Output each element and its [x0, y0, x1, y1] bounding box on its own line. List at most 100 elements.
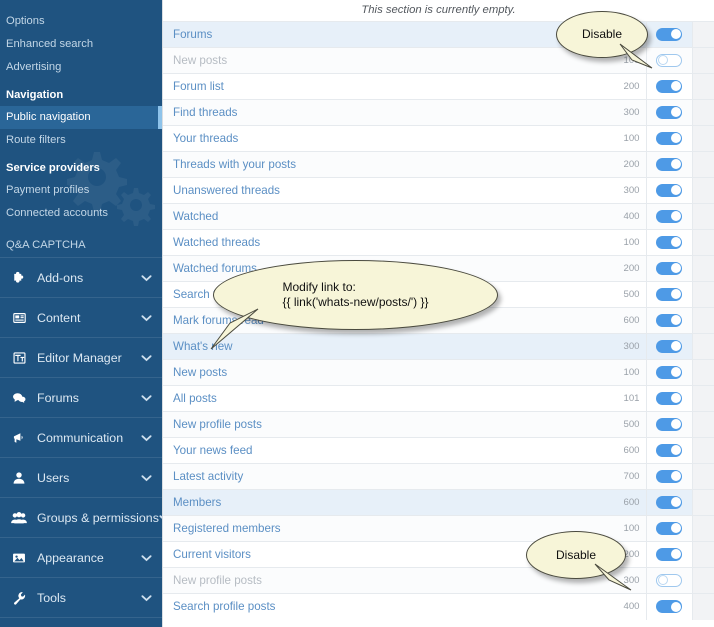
- nav-entry-toggle-cell: [646, 125, 693, 152]
- sidebar-item-options[interactable]: Options: [0, 10, 162, 33]
- nav-entry-label[interactable]: Watched threads: [163, 230, 596, 256]
- nav-entry-label[interactable]: Forums: [163, 22, 596, 48]
- sidebar-item-enhanced-search[interactable]: Enhanced search: [0, 33, 162, 56]
- chevron-down-icon[interactable]: [141, 391, 152, 405]
- enable-toggle[interactable]: [656, 183, 682, 197]
- chevron-down-icon[interactable]: [141, 591, 152, 605]
- toggle-knob: [670, 523, 681, 534]
- table-row[interactable]: Threads with your posts 200: [163, 151, 714, 178]
- nav-entry-label[interactable]: Find threads: [163, 100, 596, 126]
- row-gutter: [692, 73, 714, 100]
- enable-toggle[interactable]: [656, 495, 682, 509]
- nav-entry-label[interactable]: Your threads: [163, 126, 596, 152]
- wrench-icon: [9, 589, 29, 607]
- nav-entry-label[interactable]: All posts: [163, 386, 596, 412]
- table-row[interactable]: Find threads 300: [163, 99, 714, 126]
- nav-entry-label[interactable]: New posts: [163, 360, 596, 386]
- table-row[interactable]: Your news feed 600: [163, 437, 714, 464]
- nav-entry-label[interactable]: Search profile posts: [163, 594, 596, 620]
- table-row[interactable]: New posts 100: [163, 359, 714, 386]
- enable-toggle[interactable]: [656, 573, 682, 587]
- table-row[interactable]: Unanswered threads 300: [163, 177, 714, 204]
- sidebar-section-content[interactable]: Content: [0, 297, 162, 337]
- callout-disable-bottom-tail: [594, 563, 632, 591]
- enable-toggle[interactable]: [656, 339, 682, 353]
- enable-toggle[interactable]: [656, 469, 682, 483]
- nav-entry-label[interactable]: New posts: [163, 48, 596, 74]
- enable-toggle[interactable]: [656, 79, 682, 93]
- sidebar-section-groups-permissions[interactable]: Groups & permissions: [0, 497, 162, 537]
- sidebar-section-appearance[interactable]: Appearance: [0, 537, 162, 577]
- enable-toggle[interactable]: [656, 27, 682, 41]
- table-row[interactable]: New profile posts 500: [163, 411, 714, 438]
- sidebar-section-communication[interactable]: Communication: [0, 417, 162, 457]
- sidebar-section-editor-manager[interactable]: Editor Manager: [0, 337, 162, 377]
- sidebar-item-qa-captcha[interactable]: Q&A CAPTCHA: [0, 234, 162, 257]
- nav-entry-label[interactable]: Latest activity: [163, 464, 596, 490]
- megaphone-icon: [9, 429, 29, 447]
- sidebar-item-route-filters[interactable]: Route filters: [0, 129, 162, 152]
- enable-toggle[interactable]: [656, 235, 682, 249]
- enable-toggle[interactable]: [656, 287, 682, 301]
- enable-toggle[interactable]: [656, 600, 682, 614]
- enable-toggle[interactable]: [656, 443, 682, 457]
- nav-entry-label[interactable]: New profile posts: [163, 412, 596, 438]
- enable-toggle[interactable]: [656, 105, 682, 119]
- enable-toggle[interactable]: [656, 157, 682, 171]
- nav-entry-display-order: 100: [596, 229, 647, 256]
- table-row[interactable]: Registered members 100: [163, 515, 714, 542]
- sidebar-section-label: Groups & permissions: [37, 510, 159, 525]
- enable-toggle[interactable]: [656, 261, 682, 275]
- enable-toggle[interactable]: [656, 313, 682, 327]
- nav-entry-display-order: 200: [596, 151, 647, 178]
- enable-toggle[interactable]: [656, 53, 682, 67]
- nav-entry-label[interactable]: Forum list: [163, 74, 596, 100]
- nav-entry-label[interactable]: Registered members: [163, 516, 596, 542]
- enable-toggle[interactable]: [656, 391, 682, 405]
- table-row[interactable]: Search profile posts 400: [163, 593, 714, 620]
- enable-toggle[interactable]: [656, 547, 682, 561]
- sidebar-section-forums[interactable]: Forums: [0, 377, 162, 417]
- table-row[interactable]: Latest activity 700: [163, 463, 714, 490]
- sidebar-item-public-navigation[interactable]: Public navigation: [0, 106, 162, 129]
- chevron-down-icon[interactable]: [141, 471, 152, 485]
- chevron-down-icon[interactable]: [141, 431, 152, 445]
- sidebar-section-users[interactable]: Users: [0, 457, 162, 497]
- nav-entry-label[interactable]: Unanswered threads: [163, 178, 596, 204]
- nav-entry-label[interactable]: Members: [163, 490, 596, 516]
- table-row[interactable]: Your threads 100: [163, 125, 714, 152]
- table-row[interactable]: Watched threads 100: [163, 229, 714, 256]
- table-row[interactable]: All posts 101: [163, 385, 714, 412]
- enable-toggle[interactable]: [656, 521, 682, 535]
- nav-entry-toggle-cell: [646, 281, 693, 308]
- chevron-down-icon[interactable]: [141, 351, 152, 365]
- table-row[interactable]: Members 600: [163, 489, 714, 516]
- enable-toggle[interactable]: [656, 209, 682, 223]
- chevron-down-icon[interactable]: [141, 551, 152, 565]
- nav-entry-display-order: 600: [596, 437, 647, 464]
- nav-entry-label[interactable]: New profile posts: [163, 568, 596, 594]
- row-gutter: [692, 203, 714, 230]
- sidebar-section-logs[interactable]: Logs: [0, 617, 162, 627]
- user-icon: [9, 469, 29, 487]
- table-row[interactable]: Watched 400: [163, 203, 714, 230]
- sidebar-section-label: Appearance: [37, 550, 104, 565]
- table-row[interactable]: Forum list 200: [163, 73, 714, 100]
- enable-toggle[interactable]: [656, 365, 682, 379]
- sidebar-section-add-ons[interactable]: Add-ons: [0, 257, 162, 297]
- nav-entry-label[interactable]: Threads with your posts: [163, 152, 596, 178]
- enable-toggle[interactable]: [656, 417, 682, 431]
- row-gutter: [692, 385, 714, 412]
- nav-entry-label[interactable]: Watched: [163, 204, 596, 230]
- nav-entry-display-order: 300: [596, 99, 647, 126]
- enable-toggle[interactable]: [656, 131, 682, 145]
- chevron-down-icon[interactable]: [141, 271, 152, 285]
- sidebar-item-payment-profiles[interactable]: Payment profiles: [0, 179, 162, 202]
- sidebar-item-advertising[interactable]: Advertising: [0, 56, 162, 79]
- sidebar-section-tools[interactable]: Tools: [0, 577, 162, 617]
- sidebar-item-connected-accounts[interactable]: Connected accounts: [0, 202, 162, 225]
- chevron-down-icon[interactable]: [141, 311, 152, 325]
- nav-entry-label[interactable]: Your news feed: [163, 438, 596, 464]
- row-gutter: [692, 177, 714, 204]
- users-group-icon: [9, 509, 29, 527]
